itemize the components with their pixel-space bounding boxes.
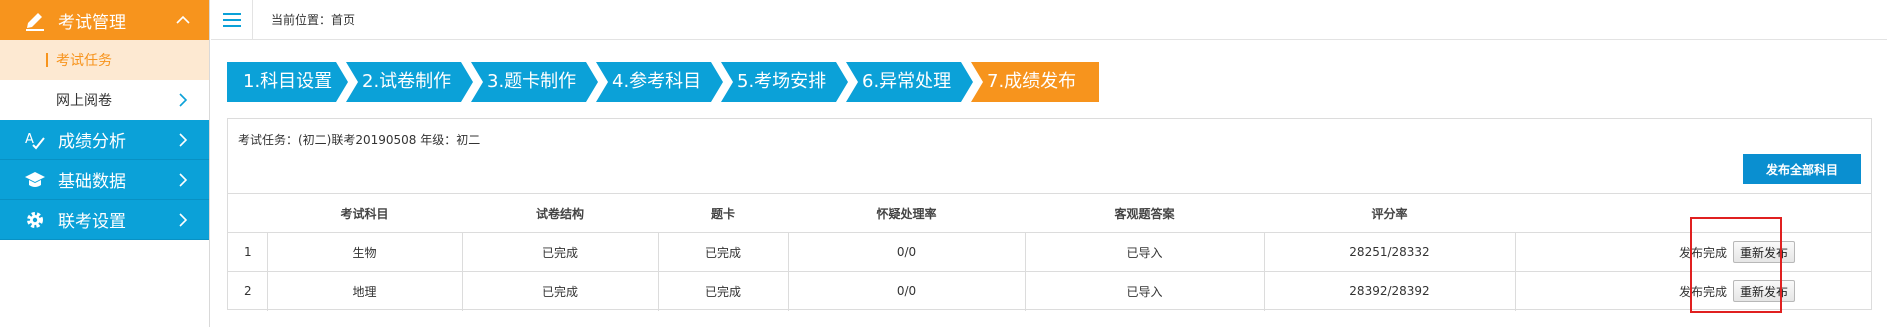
chevron-right-icon bbox=[179, 173, 188, 187]
card-cell: 已完成 bbox=[658, 271, 789, 311]
doubt-rate-cell: 0/0 bbox=[788, 232, 1026, 272]
sidebar-item-exam-task-label: 考试任务 bbox=[56, 53, 112, 69]
structure-cell: 已完成 bbox=[462, 232, 659, 272]
sidebar-item-online-marking[interactable]: 网上阅卷 bbox=[0, 80, 209, 120]
menu-exam-management[interactable]: 考试管理 bbox=[0, 0, 209, 40]
publish-status: 发布完成 bbox=[1678, 284, 1727, 299]
score-rate-cell: 28251/28332 bbox=[1264, 232, 1516, 272]
step-2[interactable]: 2.试卷制作 bbox=[346, 62, 473, 102]
menu-toggle-icon[interactable] bbox=[211, 0, 253, 40]
graduation-cap-icon bbox=[24, 168, 50, 192]
results-panel: 考试任务：(初二)联考20190508 年级：初二 发布全部科目 考试科目 试卷… bbox=[227, 118, 1872, 311]
subject-table: 考试科目 试卷结构 题卡 怀疑处理率 客观题答案 评分率 1 生物 已完成 已完… bbox=[228, 193, 1871, 311]
column-header: 评分率 bbox=[1264, 193, 1515, 233]
menu-joint-exam-settings[interactable]: 联考设置 bbox=[0, 200, 209, 240]
menu-score-analysis[interactable]: A 成绩分析 bbox=[0, 120, 209, 160]
pencil-icon bbox=[24, 8, 50, 32]
table-header-row: 考试科目 试卷结构 题卡 怀疑处理率 客观题答案 评分率 bbox=[228, 193, 1871, 233]
step-7[interactable]: 7.成绩发布 bbox=[971, 62, 1099, 102]
gear-icon bbox=[24, 208, 50, 232]
publish-all-button[interactable]: 发布全部科目 bbox=[1743, 154, 1861, 184]
menu-joint-exam-settings-label: 联考设置 bbox=[58, 212, 126, 232]
step-4[interactable]: 4.参考科目 bbox=[596, 62, 723, 102]
score-rate-cell: 28392/28392 bbox=[1264, 271, 1516, 311]
step-bar: 1.科目设置 2.试卷制作 3.题卡制作 4.参考科目 5.考场安排 6.异常处… bbox=[227, 62, 1099, 102]
sidebar-item-online-marking-label: 网上阅卷 bbox=[56, 93, 112, 109]
step-1[interactable]: 1.科目设置 bbox=[227, 62, 348, 102]
card-cell: 已完成 bbox=[658, 232, 789, 272]
step-5[interactable]: 5.考场安排 bbox=[721, 62, 848, 102]
chevron-up-icon bbox=[176, 15, 190, 24]
menu-basic-data[interactable]: 基础数据 bbox=[0, 160, 209, 200]
svg-text:A: A bbox=[25, 132, 34, 147]
column-header bbox=[228, 193, 267, 233]
column-header: 客观题答案 bbox=[1025, 193, 1264, 233]
chevron-right-icon bbox=[179, 133, 188, 147]
objective-answer-cell: 已导入 bbox=[1025, 271, 1265, 311]
status-cell: 发布完成 重新发布 bbox=[1515, 232, 1871, 272]
subject-cell: 地理 bbox=[267, 271, 463, 311]
chevron-right-icon bbox=[179, 213, 188, 227]
column-header: 试卷结构 bbox=[462, 193, 658, 233]
publish-status: 发布完成 bbox=[1678, 245, 1727, 260]
top-bar: 当前位置：首页 bbox=[211, 0, 1887, 40]
task-info: 考试任务：(初二)联考20190508 年级：初二 bbox=[238, 133, 481, 147]
row-index: 1 bbox=[228, 232, 268, 272]
status-cell: 发布完成 重新发布 bbox=[1515, 271, 1871, 311]
step-3[interactable]: 3.题卡制作 bbox=[471, 62, 598, 102]
row-index: 2 bbox=[228, 271, 268, 311]
table-row: 2 地理 已完成 已完成 0/0 已导入 28392/28392 发布完成 重新… bbox=[228, 271, 1871, 311]
subject-cell: 生物 bbox=[267, 232, 463, 272]
sidebar: 考试管理 考试任务 网上阅卷 A 成绩分析 基础数据 联考设置 bbox=[0, 0, 210, 327]
doubt-rate-cell: 0/0 bbox=[788, 271, 1026, 311]
republish-button[interactable]: 重新发布 bbox=[1732, 241, 1795, 263]
column-header bbox=[1515, 193, 1871, 233]
breadcrumb: 当前位置：首页 bbox=[271, 13, 356, 27]
chevron-right-icon bbox=[179, 93, 188, 107]
step-6[interactable]: 6.异常处理 bbox=[846, 62, 973, 102]
column-header: 怀疑处理率 bbox=[788, 193, 1025, 233]
table-row: 1 生物 已完成 已完成 0/0 已导入 28251/28332 发布完成 重新… bbox=[228, 232, 1871, 272]
menu-score-analysis-label: 成绩分析 bbox=[58, 132, 126, 152]
sidebar-item-exam-task[interactable]: 考试任务 bbox=[0, 40, 209, 80]
menu-exam-management-label: 考试管理 bbox=[58, 12, 126, 33]
republish-button[interactable]: 重新发布 bbox=[1732, 280, 1795, 303]
analysis-icon: A bbox=[24, 128, 50, 152]
column-header: 考试科目 bbox=[267, 193, 462, 233]
column-header: 题卡 bbox=[658, 193, 788, 233]
objective-answer-cell: 已导入 bbox=[1025, 232, 1265, 272]
structure-cell: 已完成 bbox=[462, 271, 659, 311]
menu-basic-data-label: 基础数据 bbox=[58, 172, 126, 192]
